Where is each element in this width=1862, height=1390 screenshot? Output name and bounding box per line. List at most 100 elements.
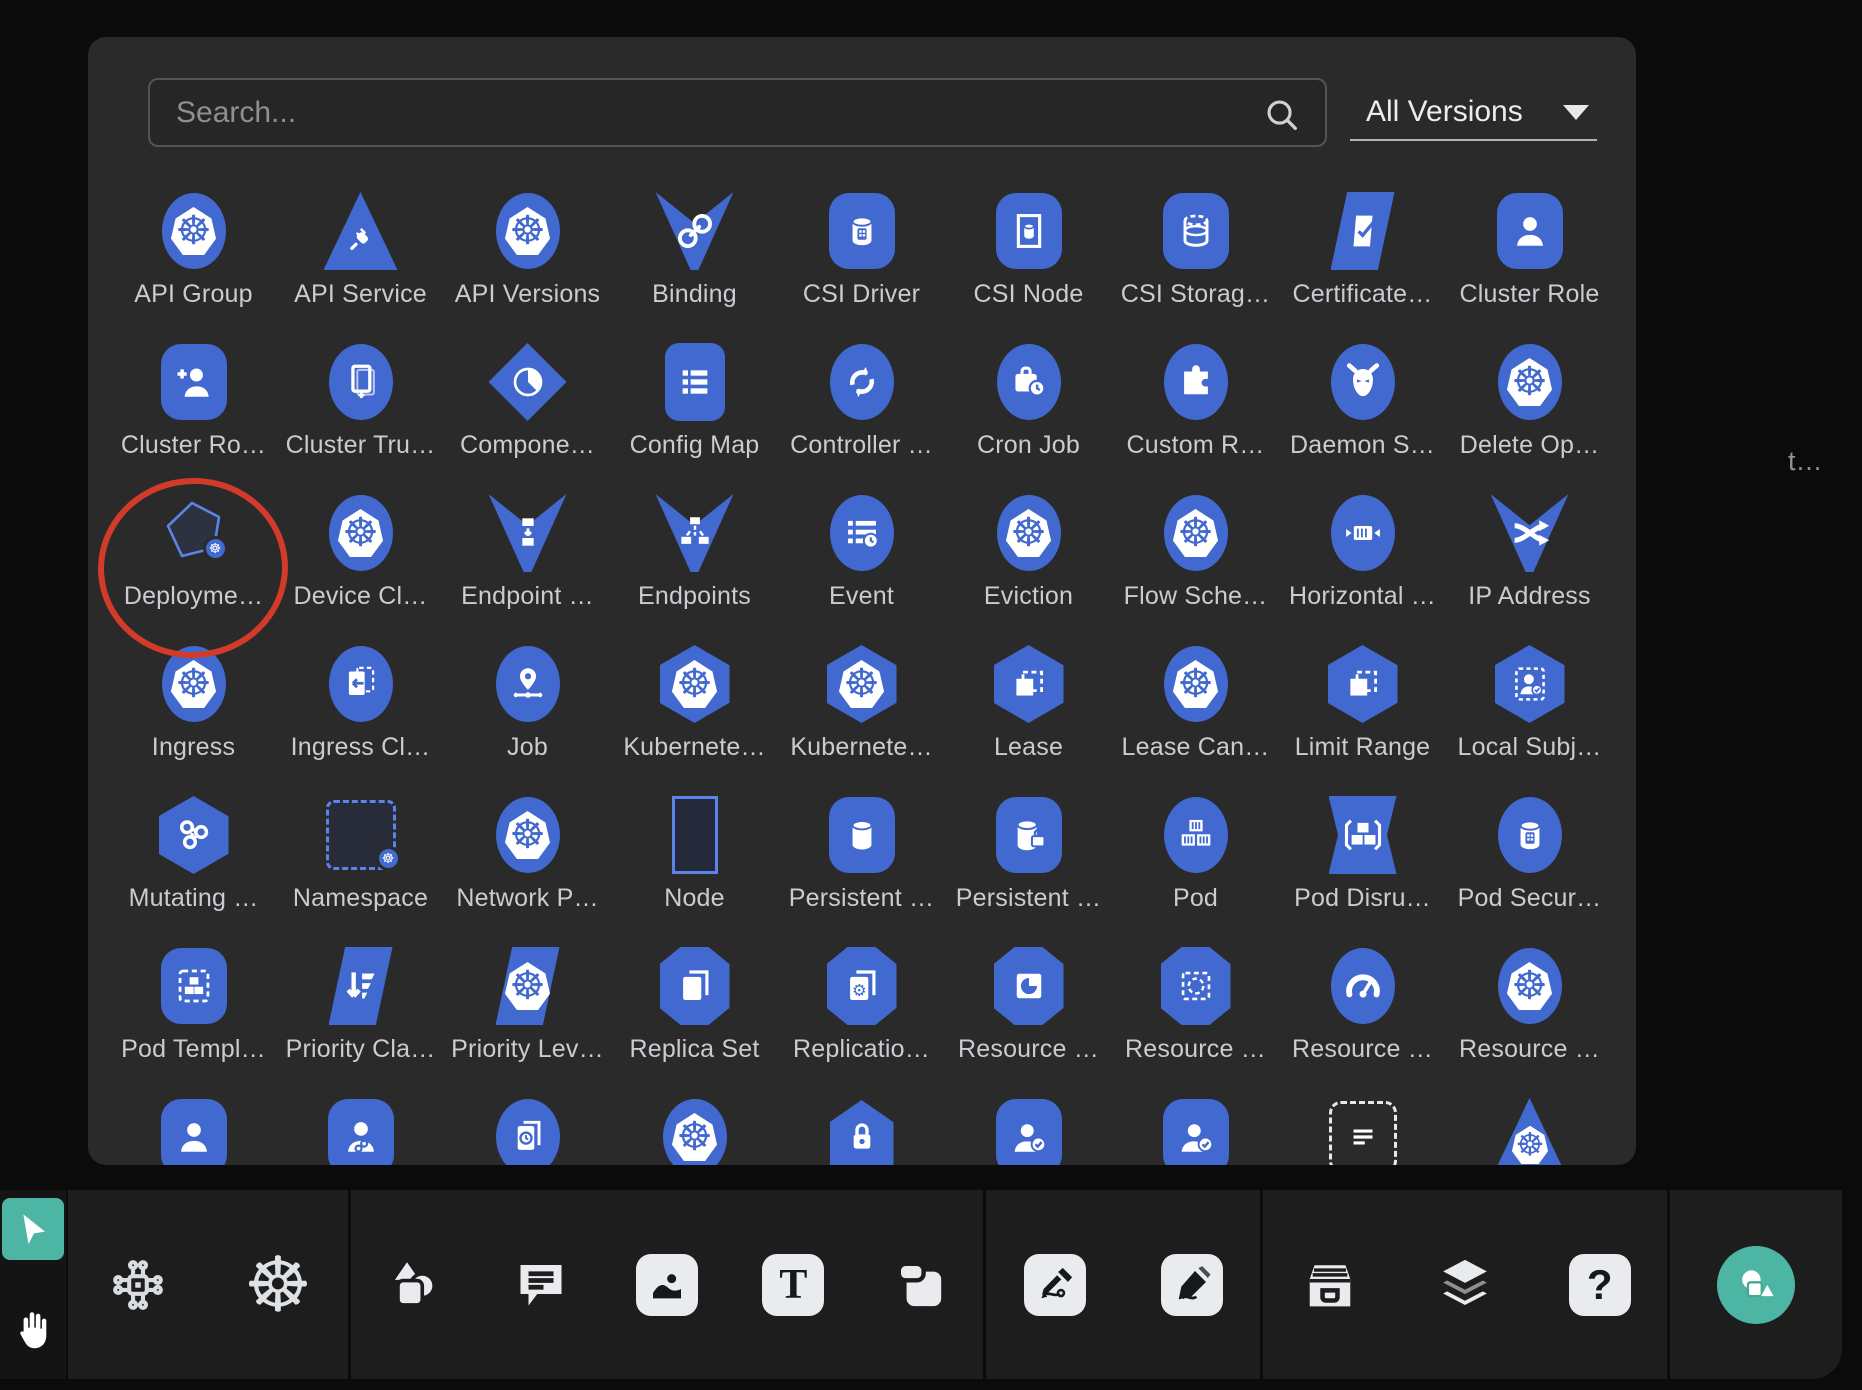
box-arrows-icon (1321, 493, 1405, 573)
library-item-cropped[interactable] (1279, 1097, 1446, 1165)
cyl-grid-icon (820, 191, 904, 271)
library-item-ip-address[interactable]: IP Address (1446, 493, 1613, 644)
library-item-horizontal[interactable]: Horizontal … (1279, 493, 1446, 644)
library-item-persistent[interactable]: Persistent … (945, 795, 1112, 946)
library-item-controller[interactable]: Controller … (778, 342, 945, 493)
library-item-cluster-tru[interactable]: Cluster Tru… (277, 342, 444, 493)
library-item-device-cl[interactable]: ☸Device Cl… (277, 493, 444, 644)
library-item-persistent[interactable]: Persistent … (778, 795, 945, 946)
library-item-kubernete[interactable]: ☸Kubernete… (611, 644, 778, 795)
library-item-resource[interactable]: ☸Resource … (1446, 946, 1613, 1097)
clock-copies-icon (486, 1097, 570, 1165)
library-item-endpoints[interactable]: Endpoints (611, 493, 778, 644)
library-item-priority-cla[interactable]: Priority Cla… (277, 946, 444, 1097)
library-item-cropped[interactable] (110, 1097, 277, 1165)
library-item-csi-storag[interactable]: CSI Storag… (1112, 191, 1279, 342)
cert-icon (1321, 191, 1405, 271)
shape-library-logo-button[interactable] (1708, 1230, 1804, 1340)
library-item-label: Lease Can… (1122, 733, 1270, 762)
library-item-event[interactable]: Event (778, 493, 945, 644)
image-tool[interactable] (619, 1230, 715, 1340)
gauge-icon (1321, 946, 1405, 1026)
library-item-limit-range[interactable]: Limit Range (1279, 644, 1446, 795)
library-item-label: Lease (994, 733, 1063, 762)
library-item-priority-lev[interactable]: ☸Priority Lev… (444, 946, 611, 1097)
select-tool[interactable] (2, 1198, 64, 1260)
library-item-cropped[interactable] (277, 1097, 444, 1165)
library-item-resource[interactable]: Resource … (1112, 946, 1279, 1097)
library-item-cropped[interactable] (444, 1097, 611, 1165)
shapes-tool[interactable] (366, 1230, 462, 1340)
library-item-csi-driver[interactable]: CSI Driver (778, 191, 945, 342)
library-item-node[interactable]: Node (611, 795, 778, 946)
archive-tool[interactable] (1282, 1230, 1378, 1340)
library-item-cropped[interactable]: ☸ (1446, 1097, 1613, 1165)
circuit-library-tool[interactable] (90, 1230, 186, 1340)
library-item-replicatio[interactable]: ⚙Replicatio… (778, 946, 945, 1097)
library-item-cropped[interactable] (945, 1097, 1112, 1165)
draw-pencil-tool[interactable] (1144, 1230, 1240, 1340)
library-item-label: CSI Storag… (1121, 280, 1270, 309)
library-item-mutating[interactable]: Mutating … (110, 795, 277, 946)
library-item-config-map[interactable]: Config Map (611, 342, 778, 493)
library-item-local-subj[interactable]: Local Subj… (1446, 644, 1613, 795)
library-item-daemon-s[interactable]: Daemon S… (1279, 342, 1446, 493)
library-item-cropped[interactable] (1112, 1097, 1279, 1165)
library-item-certificate[interactable]: Certificate… (1279, 191, 1446, 342)
note-tool[interactable] (872, 1230, 968, 1340)
search-input[interactable] (150, 80, 1325, 145)
layers-tool[interactable] (1417, 1230, 1513, 1340)
doc-plug-icon (319, 342, 403, 422)
library-item-ingress-cl[interactable]: Ingress Cl… (277, 644, 444, 795)
library-item-label: Custom R… (1127, 431, 1265, 460)
library-item-custom-r[interactable]: Custom R… (1112, 342, 1279, 493)
bottom-toolbar: ☸ T ? (0, 1190, 1862, 1379)
library-item-delete-op[interactable]: ☸Delete Op… (1446, 342, 1613, 493)
library-item-binding[interactable]: Binding (611, 191, 778, 342)
library-item-endpoint[interactable]: Endpoint … (444, 493, 611, 644)
library-item-flow-sche[interactable]: ☸Flow Sche… (1112, 493, 1279, 644)
library-item-label: Namespace (293, 884, 428, 913)
library-item-api-group[interactable]: ☸API Group (110, 191, 277, 342)
library-item-pod[interactable]: Pod (1112, 795, 1279, 946)
comment-tool[interactable] (493, 1230, 589, 1340)
shuffle-icon (1488, 493, 1572, 573)
library-item-pod-secur[interactable]: Pod Secur… (1446, 795, 1613, 946)
cursor-icon (13, 1209, 53, 1249)
library-item-ingress[interactable]: ☸Ingress (110, 644, 277, 795)
text-tool[interactable]: T (745, 1230, 841, 1340)
molecule-icon (152, 795, 236, 875)
library-item-eviction[interactable]: ☸Eviction (945, 493, 1112, 644)
library-item-pod-disru[interactable]: Pod Disru… (1279, 795, 1446, 946)
library-item-label: API Service (294, 280, 427, 309)
cylinder-icon (820, 795, 904, 875)
library-item-api-service[interactable]: API Service (277, 191, 444, 342)
connector-pen-tool[interactable] (1007, 1230, 1103, 1340)
library-item-network-p[interactable]: ☸Network P… (444, 795, 611, 946)
library-item-label: Pod Disru… (1294, 884, 1431, 913)
library-item-job[interactable]: Job (444, 644, 611, 795)
square-dash-icon (987, 644, 1071, 724)
library-item-compone[interactable]: Compone… (444, 342, 611, 493)
library-item-pod-templ[interactable]: Pod Templ… (110, 946, 277, 1097)
library-item-cropped[interactable]: ☸ (611, 1097, 778, 1165)
library-item-cropped[interactable] (778, 1097, 945, 1165)
library-item-cron-job[interactable]: Cron Job (945, 342, 1112, 493)
library-item-csi-node[interactable]: CSI Node (945, 191, 1112, 342)
library-item-cluster-role[interactable]: Cluster Role (1446, 191, 1613, 342)
library-item-kubernete[interactable]: ☸Kubernete… (778, 644, 945, 795)
hand-tool[interactable] (2, 1300, 64, 1362)
help-tool[interactable]: ? (1552, 1230, 1648, 1340)
library-item-resource[interactable]: Resource … (945, 946, 1112, 1097)
library-item-lease-can[interactable]: ☸Lease Can… (1112, 644, 1279, 795)
library-item-lease[interactable]: Lease (945, 644, 1112, 795)
library-item-namespace[interactable]: ☸Namespace (277, 795, 444, 946)
library-item-api-versions[interactable]: ☸API Versions (444, 191, 611, 342)
library-item-label: Cluster Ro… (121, 431, 266, 460)
library-item-resource[interactable]: Resource … (1279, 946, 1446, 1097)
library-item-replica-set[interactable]: Replica Set (611, 946, 778, 1097)
version-filter-dropdown[interactable]: All Versions (1350, 85, 1597, 141)
library-item-cluster-ro[interactable]: Cluster Ro… (110, 342, 277, 493)
k8s-icon: ☸ (1154, 493, 1238, 573)
kubernetes-library-tool[interactable]: ☸ (230, 1230, 326, 1340)
